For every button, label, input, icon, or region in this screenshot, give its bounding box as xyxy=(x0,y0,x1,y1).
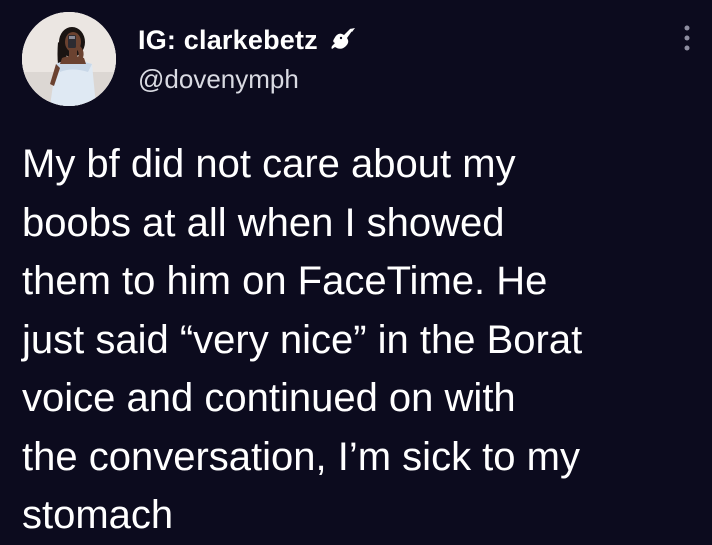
dove-icon xyxy=(331,28,355,49)
tweet-text-line: just said “very nice” in the Borat xyxy=(22,317,583,362)
author-name-row: IG: clarkebetz xyxy=(138,20,358,60)
tweet-text-line: them to him on FaceTime. He xyxy=(22,259,548,303)
tweet-text-line: boobs at all when I showed xyxy=(22,200,505,245)
vertical-ellipsis-icon xyxy=(684,25,690,51)
tweet-text-line: My bf did not care about my xyxy=(22,142,516,186)
tweet-text-line: stomach xyxy=(22,493,174,537)
user-handle[interactable]: @dovenymph xyxy=(138,64,299,95)
tweet-text: My bf did not care about my boobs at all… xyxy=(22,135,692,545)
tweet-text-line: voice and continued on with xyxy=(22,376,516,420)
avatar-photo xyxy=(22,12,116,106)
tweet-card: IG: clarkebetz @dovenymph My bf did not … xyxy=(0,0,712,540)
tweet-text-line: the conversation, I’m sick to my xyxy=(22,434,580,479)
avatar[interactable] xyxy=(22,12,116,106)
display-name[interactable]: IG: clarkebetz xyxy=(138,25,318,56)
more-options-button[interactable] xyxy=(672,18,702,58)
